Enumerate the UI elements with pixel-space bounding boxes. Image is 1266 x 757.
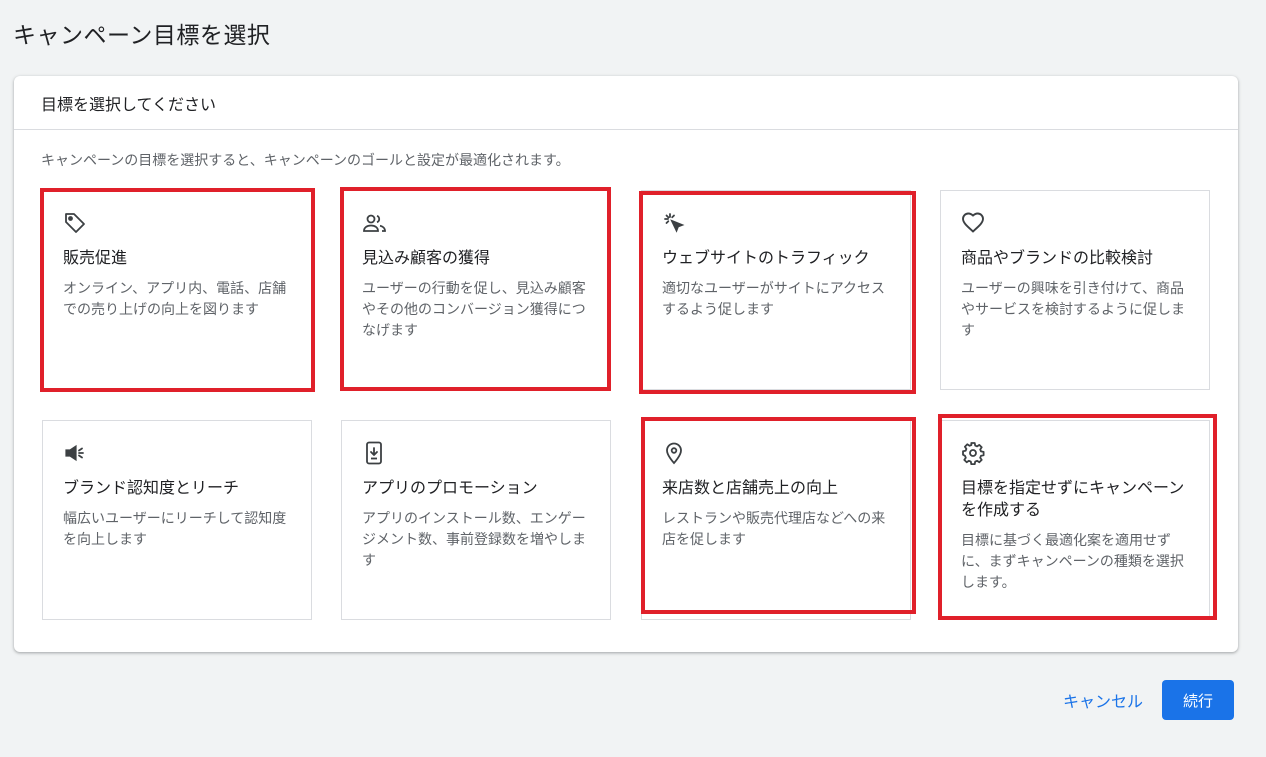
page-title: キャンペーン目標を選択 [13, 23, 271, 49]
gear-icon [961, 441, 987, 465]
cursor-click-icon [662, 211, 688, 235]
goal-selection-card: 目標を選択してください キャンペーンの目標を選択すると、キャンペーンのゴールと設… [14, 76, 1238, 652]
tile-title: ウェブサイトのトラフィック [662, 248, 870, 267]
tile-description: 目標に基づく最適化案を適用せずに、まずキャンペーンの種類を選択します。 [961, 533, 1184, 591]
mobile-download-icon [362, 441, 388, 465]
tile-description: ユーザーの行動を促し、見込み顧客やその他のコンバージョン獲得につなげます [362, 281, 586, 339]
cancel-button[interactable]: キャンセル [1050, 681, 1156, 719]
tile-description: 幅広いユーザーにリーチして認知度を向上します [63, 511, 287, 548]
continue-button[interactable]: 続行 [1162, 680, 1234, 720]
tile-title: アプリのプロモーション [362, 478, 538, 497]
tag-icon [63, 211, 89, 235]
goal-tile-app-promotion[interactable]: アプリのプロモーション アプリのインストール数、エンゲージメント数、事前登録数を… [341, 420, 611, 620]
location-pin-icon [662, 441, 688, 465]
goal-tile-store-visits[interactable]: 来店数と店舗売上の向上 レストランや販売代理店などへの来店を促します [641, 420, 911, 620]
heart-icon [961, 211, 987, 235]
tile-title: 来店数と店舗売上の向上 [662, 478, 839, 497]
tile-title: ブランド認知度とリーチ [63, 478, 240, 497]
tile-title: 目標を指定せずにキャンペーンを作成する [961, 478, 1185, 519]
goal-tile-no-goal[interactable]: 目標を指定せずにキャンペーンを作成する 目標に基づく最適化案を適用せずに、まずキ… [940, 420, 1210, 620]
goal-tile-consideration[interactable]: 商品やブランドの比較検討 ユーザーの興味を引き付けて、商品やサービスを検討するよ… [940, 190, 1210, 390]
people-icon [362, 211, 388, 235]
card-header: 目標を選択してください [14, 76, 1238, 130]
tile-description: ユーザーの興味を引き付けて、商品やサービスを検討するように促します [961, 281, 1185, 339]
megaphone-icon [63, 441, 89, 465]
goal-tile-leads[interactable]: 見込み顧客の獲得 ユーザーの行動を促し、見込み顧客やその他のコンバージョン獲得に… [341, 190, 611, 390]
tile-description: レストランや販売代理店などへの来店を促します [662, 511, 886, 548]
card-description: キャンペーンの目標を選択すると、キャンペーンのゴールと設定が最適化されます。 [41, 153, 570, 169]
tile-title: 見込み顧客の獲得 [362, 248, 491, 267]
tile-description: 適切なユーザーがサイトにアクセスするよう促します [662, 281, 886, 318]
tile-title: 商品やブランドの比較検討 [961, 248, 1154, 267]
tile-title: 販売促進 [63, 248, 128, 267]
tile-description: アプリのインストール数、エンゲージメント数、事前登録数を増やします [362, 511, 586, 569]
goal-tile-awareness[interactable]: ブランド認知度とリーチ 幅広いユーザーにリーチして認知度を向上します [42, 420, 312, 620]
goal-tile-traffic[interactable]: ウェブサイトのトラフィック 適切なユーザーがサイトにアクセスするよう促します [641, 190, 911, 390]
tile-description: オンライン、アプリ内、電話、店舗での売り上げの向上を図ります [63, 281, 287, 318]
goal-tile-sales[interactable]: 販売促進 オンライン、アプリ内、電話、店舗での売り上げの向上を図ります [42, 190, 312, 390]
